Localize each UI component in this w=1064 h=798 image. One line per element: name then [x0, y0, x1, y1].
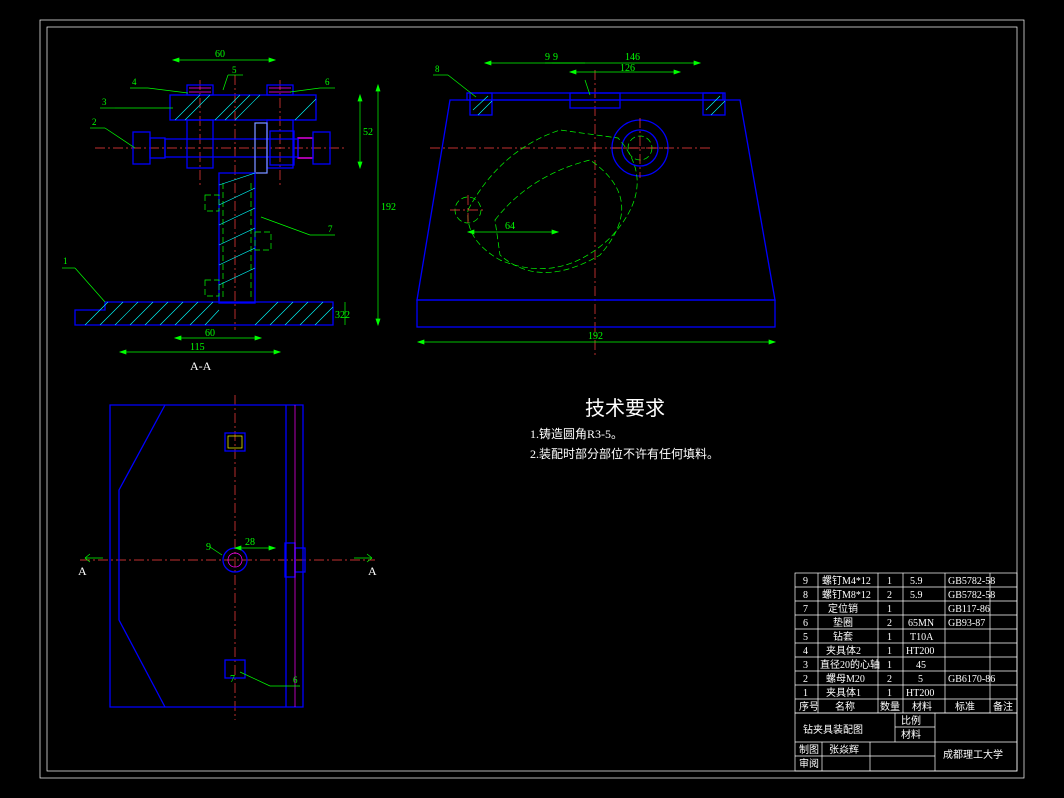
balloon-9: 9 [545, 52, 550, 63]
svg-text:HT200: HT200 [906, 646, 934, 657]
svg-text:2: 2 [887, 674, 892, 685]
svg-text:直径20的心轴: 直径20的心轴 [820, 658, 880, 671]
svg-text:定位销: 定位销 [828, 602, 858, 615]
svg-text:垫圈: 垫圈 [833, 616, 853, 629]
svg-text:序号: 序号 [799, 700, 819, 713]
balloon-6: 6 [325, 77, 330, 87]
dim-9-top: 9 [553, 52, 558, 63]
svg-text:2: 2 [803, 674, 808, 685]
svg-text:T10A: T10A [910, 632, 934, 643]
cad-canvas: 60 52 192 60 115 322 A-A 1 2 3 4 5 6 7 1… [0, 0, 1064, 798]
svg-text:材料: 材料 [912, 700, 932, 713]
dim-115: 115 [190, 342, 205, 353]
dim-28: 28 [245, 537, 255, 548]
label-material: 材料 [901, 728, 921, 741]
svg-text:名称: 名称 [835, 700, 855, 713]
bom-rows: 9 螺钉M4*12 1 5.9 GB5782-58 8 螺钉M8*12 2 5.9 GB5782… [799, 575, 1013, 713]
section-label-aa: A-A [190, 359, 212, 373]
svg-text:8: 8 [803, 590, 808, 601]
view-section-aa: 60 52 192 60 115 322 A-A 1 2 3 4 5 6 7 [62, 49, 396, 373]
svg-text:5.9: 5.9 [910, 590, 923, 601]
svg-text:4: 4 [803, 646, 808, 657]
svg-text:GB6170-86: GB6170-86 [948, 674, 995, 685]
dim-322: 322 [335, 310, 350, 321]
drawn-by: 张焱辉 [829, 744, 859, 756]
dim-52: 52 [363, 127, 373, 138]
svg-text:螺钉M4*12: 螺钉M4*12 [822, 575, 871, 587]
balloon-2: 2 [92, 117, 97, 127]
svg-text:GB5782-58: GB5782-58 [948, 576, 995, 587]
dim-7: 7 [230, 674, 235, 685]
svg-text:65MN: 65MN [908, 618, 934, 629]
svg-text:3: 3 [803, 660, 808, 671]
svg-text:1: 1 [887, 688, 892, 699]
view-plan: A A 28 9 7 6 [78, 395, 377, 720]
svg-text:9: 9 [803, 576, 808, 587]
requirements-line-2: 2.装配时部分部位不许有任何填料。 [530, 446, 719, 461]
dim-126: 126 [620, 63, 635, 74]
svg-text:2: 2 [887, 590, 892, 601]
balloon-1: 1 [63, 256, 68, 266]
dim-192-right: 192 [588, 331, 603, 342]
requirements-line-1: 1.铸造圆角R3-5。 [530, 426, 623, 441]
label-scale: 比例 [901, 714, 921, 727]
label-drawn: 制图 [799, 743, 819, 756]
dim-146: 146 [625, 52, 640, 63]
cut-a-left: A [78, 564, 87, 578]
svg-text:螺钉M8*12: 螺钉M8*12 [822, 589, 871, 601]
svg-text:夹具体2: 夹具体2 [826, 644, 861, 657]
svg-text:GB5782-58: GB5782-58 [948, 590, 995, 601]
balloon-8: 8 [435, 64, 440, 74]
svg-text:螺母M20: 螺母M20 [826, 673, 865, 685]
label-school: 成都理工大学 [943, 748, 1003, 761]
balloon-7: 7 [328, 224, 333, 234]
svg-text:备注: 备注 [993, 700, 1013, 713]
balloon-5: 5 [232, 65, 237, 75]
balloon-6-bot: 6 [293, 675, 298, 685]
svg-text:5.9: 5.9 [910, 576, 923, 587]
svg-text:1: 1 [887, 660, 892, 671]
svg-text:1: 1 [887, 646, 892, 657]
label-checked: 审阅 [799, 757, 819, 770]
drawing-title: 钻夹具装配图 [803, 723, 863, 736]
svg-text:数量: 数量 [880, 700, 900, 713]
svg-text:7: 7 [803, 604, 808, 615]
svg-text:1: 1 [887, 604, 892, 615]
svg-text:标准: 标准 [955, 701, 975, 713]
dim-192-left: 192 [381, 202, 396, 213]
svg-text:钻套: 钻套 [833, 630, 853, 643]
svg-text:5: 5 [803, 632, 808, 643]
balloon-3: 3 [102, 97, 107, 107]
svg-text:2: 2 [887, 618, 892, 629]
svg-text:5: 5 [918, 674, 923, 685]
view-front: 146 126 64 192 9 8 9 [417, 52, 775, 355]
cut-a-right: A [368, 564, 377, 578]
svg-text:GB93-87: GB93-87 [948, 618, 985, 629]
svg-text:45: 45 [916, 660, 926, 671]
dim-60-top: 60 [215, 49, 225, 60]
dim-phi9: 9 [206, 542, 211, 553]
svg-text:夹具体1: 夹具体1 [826, 686, 861, 699]
svg-text:GB117-86: GB117-86 [948, 604, 990, 615]
requirements-title: 技术要求 [585, 397, 665, 420]
svg-text:6: 6 [803, 618, 808, 629]
svg-text:HT200: HT200 [906, 688, 934, 699]
dim-60-bot: 60 [205, 328, 215, 339]
dim-64: 64 [505, 221, 515, 232]
svg-text:1: 1 [887, 576, 892, 587]
svg-text:1: 1 [803, 688, 808, 699]
svg-text:1: 1 [887, 632, 892, 643]
balloon-4: 4 [132, 77, 137, 87]
